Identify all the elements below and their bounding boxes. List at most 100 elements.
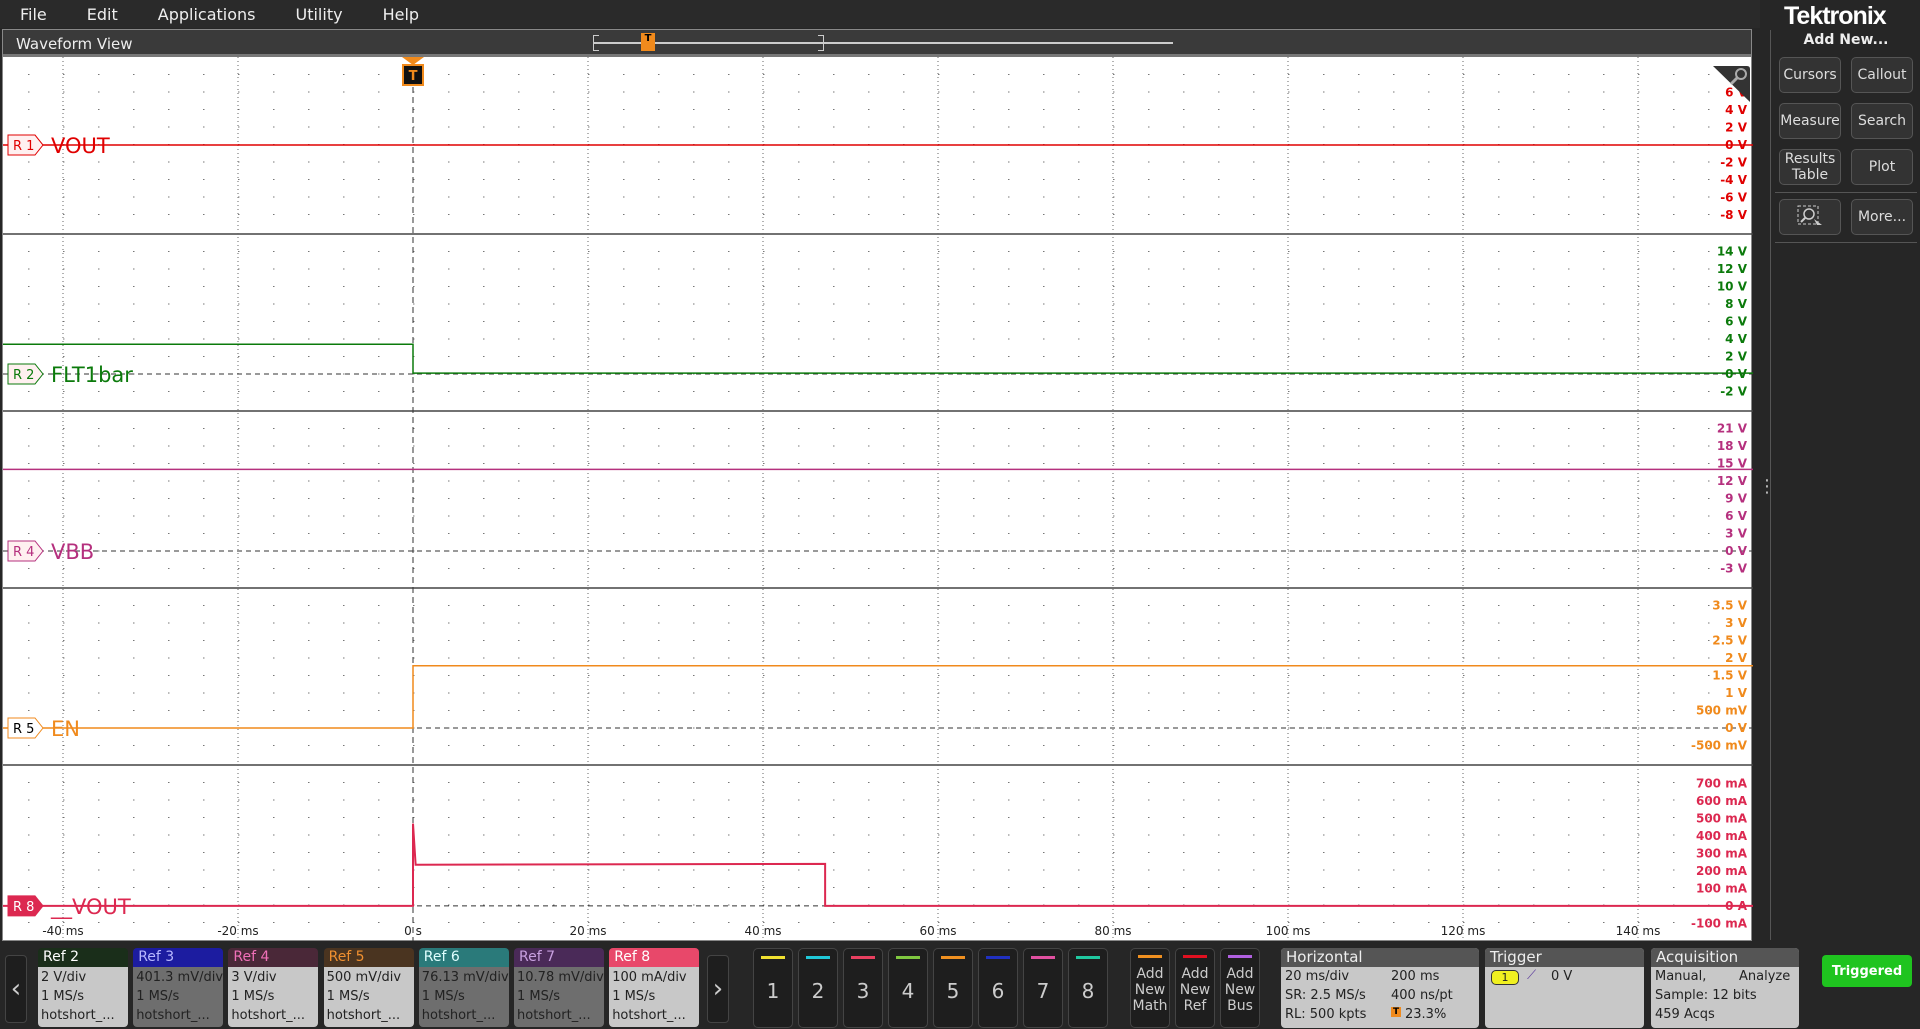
reference-badge-3[interactable]: R 4 — [7, 540, 44, 562]
waveform-view: Waveform View T 6 V 4 V 2 V 0 V -2 V -4 V -6 V… — [2, 29, 1753, 941]
time-axis-label: -20 ms — [217, 924, 258, 938]
cursors-button[interactable]: Cursors — [1779, 57, 1841, 93]
reference-badge-1[interactable]: R 1 — [7, 134, 44, 156]
channel-number: 5 — [946, 979, 960, 1003]
trace-en — [3, 664, 1753, 729]
ref-file: hotshort_... — [136, 1008, 210, 1023]
ref-badge-title: Ref 4 — [228, 948, 319, 967]
ref-badge-6[interactable]: Ref 6 76.13 mV/div 1 MS/s hotshort_... — [418, 948, 509, 1027]
trigger-title: Trigger — [1485, 948, 1644, 967]
trigger-status[interactable]: Triggered — [1822, 955, 1912, 987]
add-new-ref-button[interactable]: Add New Ref — [1175, 948, 1215, 1028]
ref-badge-title: Ref 3 — [133, 948, 224, 967]
vertical-scale-label: 0 V — [1725, 367, 1748, 381]
trace-name-label: __VOUT — [50, 895, 131, 920]
scroll-right-button[interactable]: › — [707, 955, 729, 1023]
ref-rate: 1 MS/s — [41, 989, 85, 1004]
overview-left-bracket[interactable] — [593, 35, 599, 51]
zoom-corner-magnifier-icon[interactable] — [1711, 64, 1751, 104]
menu-applications[interactable]: Applications — [138, 5, 276, 24]
color-bar — [1138, 955, 1162, 958]
zoom-box-button[interactable] — [1779, 199, 1841, 235]
vertical-scale-label: -2 V — [1720, 156, 1748, 170]
ref-badge-title: Ref 8 — [609, 948, 700, 967]
reference-badge-2[interactable]: R 2 — [7, 363, 44, 385]
add-new-math-button[interactable]: Add New Math — [1130, 948, 1170, 1028]
vertical-scale-label: 600 mA — [1696, 794, 1748, 808]
scroll-left-button[interactable]: ‹ — [5, 955, 27, 1023]
add-new-bus-button[interactable]: Add New Bus — [1220, 948, 1260, 1028]
time-axis-label: 40 ms — [744, 924, 781, 938]
vertical-scale-label: 2 V — [1725, 121, 1748, 135]
record-overview-slider[interactable]: T — [593, 33, 1173, 51]
measure-button[interactable]: Measure — [1779, 103, 1841, 139]
channel-button-8[interactable]: 8 — [1068, 948, 1108, 1028]
waveform-plot[interactable]: 6 V 4 V 2 V 0 V -2 V -4 V -6 V -8 V R 1 VOUT 14 V 1… — [3, 57, 1753, 941]
menu-bar: File Edit Applications Utility Help — [0, 0, 1760, 28]
vertical-scale-label: 700 mA — [1696, 776, 1748, 790]
trigger-marker[interactable]: T — [402, 57, 424, 86]
menu-utility[interactable]: Utility — [276, 5, 363, 24]
vertical-scale-label: 6 V — [1725, 509, 1748, 523]
vertical-scale-label: 3.5 V — [1712, 599, 1747, 613]
vertical-scale-label: -2 V — [1720, 385, 1748, 399]
channel-button-6[interactable]: 6 — [978, 948, 1018, 1028]
vertical-scale-label: 21 V — [1717, 422, 1748, 436]
vertical-scale-label: 100 mA — [1696, 881, 1748, 895]
vertical-scale-label: 300 mA — [1696, 846, 1748, 860]
channel-color-bar — [761, 956, 785, 959]
trigger-badge[interactable]: Trigger 1 ⟋ 0 V — [1485, 948, 1644, 1028]
add-new-label: Add New Ref — [1179, 966, 1211, 1014]
reference-badge-5[interactable]: R 8 — [7, 895, 44, 917]
channel-color-bar — [806, 956, 830, 959]
more-button[interactable]: More... — [1851, 199, 1913, 235]
horizontal-badge[interactable]: Horizontal 20 ms/div 200 ms SR: 2.5 MS/s… — [1281, 948, 1479, 1028]
channel-button-1[interactable]: 1 — [753, 948, 793, 1028]
trace-vout — [3, 823, 1753, 907]
ref-file: hotshort_... — [612, 1008, 686, 1023]
divider — [1775, 192, 1917, 193]
channel-button-3[interactable]: 3 — [843, 948, 883, 1028]
ref-badge-7[interactable]: Ref 7 10.78 mV/div 1 MS/s hotshort_... — [514, 948, 604, 1027]
trigger-source: 1 — [1491, 970, 1519, 985]
results-table-button[interactable]: Results Table — [1779, 149, 1841, 185]
channel-button-7[interactable]: 7 — [1023, 948, 1063, 1028]
menu-help[interactable]: Help — [363, 5, 439, 24]
plot-button[interactable]: Plot — [1851, 149, 1913, 185]
vertical-scale-label: 2 V — [1725, 651, 1748, 665]
channel-number: 4 — [901, 979, 915, 1003]
ref-badge-title: Ref 6 — [418, 948, 509, 967]
ref-rate: 1 MS/s — [517, 989, 561, 1004]
menu-file[interactable]: File — [0, 5, 67, 24]
overview-right-bracket[interactable] — [818, 35, 824, 51]
vertical-scale-label: 9 V — [1725, 492, 1748, 506]
color-bar — [1228, 955, 1252, 958]
ref-file: hotshort_... — [231, 1008, 305, 1023]
vertical-scale-label: 12 V — [1717, 474, 1748, 488]
add-new-panel: Add New... Cursors Callout Measure Searc… — [1770, 30, 1920, 940]
ref-badge-2[interactable]: Ref 2 2 V/div 1 MS/s hotshort_... — [38, 948, 128, 1027]
ref-badge-8[interactable]: Ref 8 100 mA/div 1 MS/s hotshort_... — [609, 948, 700, 1027]
ref-badge-4[interactable]: Ref 4 3 V/div 1 MS/s hotshort_... — [228, 948, 319, 1027]
search-button[interactable]: Search — [1851, 103, 1913, 139]
channel-color-bar — [896, 956, 920, 959]
trace-name-label: VOUT — [51, 134, 110, 158]
ref-rate: 1 MS/s — [326, 989, 370, 1004]
acquisition-badge[interactable]: Acquisition Manual, Analyze Sample: 12 b… — [1651, 948, 1799, 1028]
time-axis-label: 100 ms — [1266, 924, 1311, 938]
menu-edit[interactable]: Edit — [67, 5, 138, 24]
channel-color-bar — [1076, 956, 1100, 959]
ref-badge-3[interactable]: Ref 3 401.3 mV/div 1 MS/s hotshort_... — [133, 948, 224, 1027]
channel-button-4[interactable]: 4 — [888, 948, 928, 1028]
channel-button-5[interactable]: 5 — [933, 948, 973, 1028]
vertical-scale-label: 0 A — [1725, 899, 1748, 913]
horizontal-scale: 20 ms/div — [1285, 969, 1350, 984]
ref-badge-5[interactable]: Ref 5 500 mV/div 1 MS/s hotshort_... — [323, 948, 414, 1027]
vertical-scale-label: 4 V — [1725, 103, 1748, 117]
reference-badge-4[interactable]: R 5 — [7, 717, 44, 739]
channel-button-2[interactable]: 2 — [798, 948, 838, 1028]
vertical-scale-label: -4 V — [1720, 173, 1748, 187]
acquisition-title: Acquisition — [1651, 948, 1799, 967]
callout-button[interactable]: Callout — [1851, 57, 1913, 93]
vertical-scale-label: -100 mA — [1691, 916, 1748, 930]
